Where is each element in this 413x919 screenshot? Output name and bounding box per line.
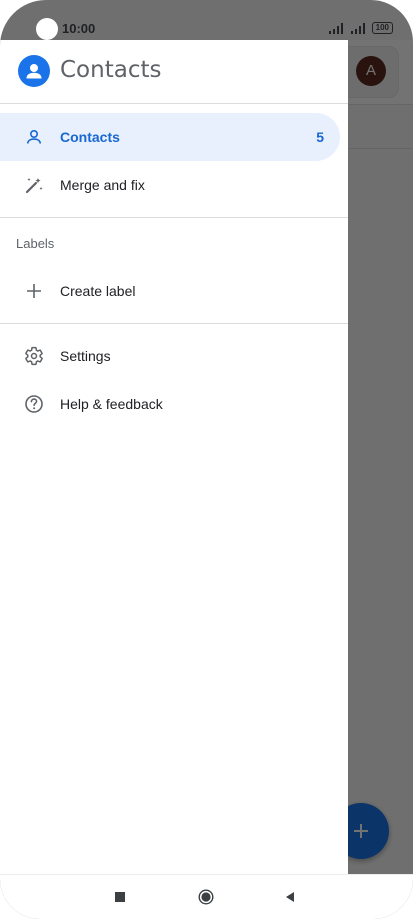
square-icon [115,892,125,902]
signal-icon-2 [350,23,365,34]
drawer-item-label: Contacts [60,129,120,145]
contacts-logo-icon [18,55,50,87]
status-icons: 100 [328,22,393,34]
battery-icon: 100 [371,22,393,34]
create-label-button[interactable]: Create label [0,267,340,315]
home-button[interactable] [194,885,218,909]
drawer-app-title: Contacts [60,57,162,83]
back-button[interactable] [278,885,302,909]
recents-button[interactable] [108,885,132,909]
labels-section-heading: Labels [16,236,55,251]
help-circle-icon [24,394,44,414]
contacts-count-badge: 5 [316,129,324,145]
drawer-item-contacts[interactable]: Contacts 5 [0,113,340,161]
device-screen: A 10:00 100 [0,0,413,919]
home-circle-icon [198,889,214,905]
signal-icon [328,23,343,34]
create-label-text: Create label [60,283,136,299]
status-time: 10:00 [62,21,96,36]
plus-icon [24,281,44,301]
drawer-divider [0,103,348,104]
drawer-item-label: Settings [60,348,111,364]
magic-wand-icon [24,175,44,195]
status-bar: 10:00 100 [0,0,413,40]
person-icon [24,127,44,147]
drawer-item-label: Help & feedback [60,396,163,412]
camera-cutout [36,18,58,40]
drawer-divider [0,217,348,218]
drawer-header: Contacts [0,40,348,104]
gear-icon [24,346,44,366]
system-navigation-bar [0,874,413,919]
drawer-item-settings[interactable]: Settings [0,332,340,380]
drawer-divider [0,323,348,324]
drawer-item-label: Merge and fix [60,177,145,193]
drawer-item-merge-and-fix[interactable]: Merge and fix [0,161,340,209]
navigation-drawer: Contacts Contacts 5 Merge and fix Labels… [0,40,348,875]
back-triangle-icon [286,892,294,902]
drawer-item-help-feedback[interactable]: Help & feedback [0,380,340,428]
